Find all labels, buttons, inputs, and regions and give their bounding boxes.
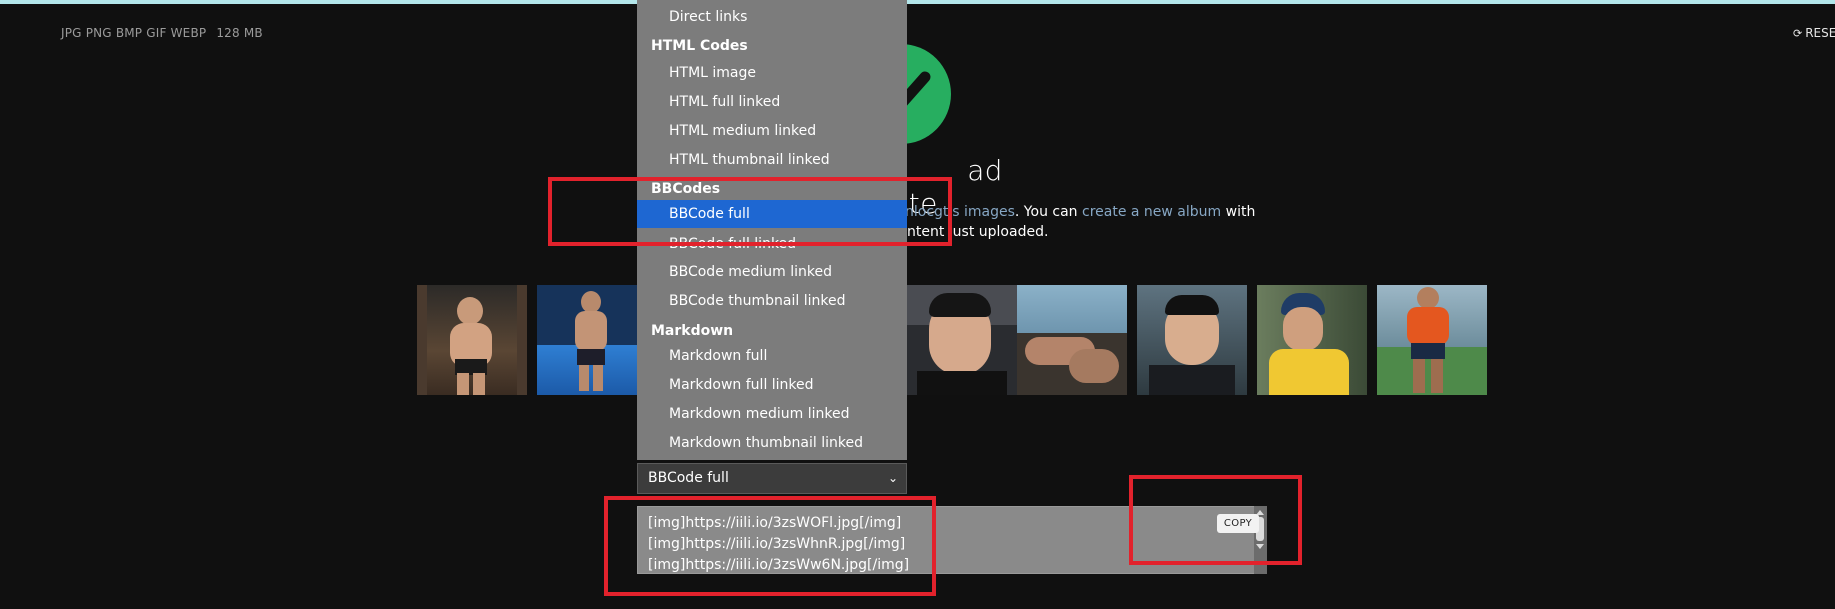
max-size-text: 128 MB (216, 26, 263, 40)
uploaded-image-thumbnail[interactable] (907, 285, 1017, 395)
info-text: . You can (1014, 204, 1082, 220)
option-direct-links[interactable]: Direct links (637, 3, 907, 31)
reset-label: RESE (1805, 26, 1835, 40)
option-markdown-medium-linked[interactable]: Markdown medium linked (637, 400, 907, 428)
top-accent-bar (0, 0, 1835, 4)
option-bbcode-medium-linked[interactable]: BBCode medium linked (637, 258, 907, 286)
info-text-suffix: with (1221, 204, 1256, 220)
group-html-codes: HTML Codes (651, 38, 748, 54)
option-html-full-linked[interactable]: HTML full linked (637, 88, 907, 116)
uploaded-image-thumbnail[interactable] (1257, 285, 1367, 395)
option-html-thumbnail-linked[interactable]: HTML thumbnail linked (637, 146, 907, 174)
option-html-medium-linked[interactable]: HTML medium linked (637, 117, 907, 145)
reset-button[interactable]: ⟳ RESE (1793, 26, 1835, 40)
option-markdown-full-linked[interactable]: Markdown full linked (637, 371, 907, 399)
chevron-down-icon: ⌄ (887, 471, 898, 485)
highlight-box-code-output (604, 496, 936, 596)
uploaded-image-thumbnail[interactable] (537, 285, 647, 395)
uploaded-image-thumbnail[interactable] (1377, 285, 1487, 395)
refresh-icon: ⟳ (1793, 27, 1803, 40)
uploaded-image-thumbnail[interactable] (1017, 285, 1127, 395)
create-album-link[interactable]: create a new album (1082, 204, 1221, 220)
formats-text: JPG PNG BMP GIF WEBP (61, 26, 207, 40)
option-bbcode-thumbnail-linked[interactable]: BBCode thumbnail linked (637, 287, 907, 315)
highlight-box-selected-option (548, 177, 952, 246)
upload-complete-page: JPG PNG BMP GIF WEBP 128 MB ⟳RESE ad com… (0, 0, 1835, 609)
group-markdown: Markdown (651, 323, 734, 339)
uploaded-image-thumbnail[interactable] (1137, 285, 1247, 395)
option-markdown-full[interactable]: Markdown full (637, 342, 907, 370)
highlight-box-copy-button (1129, 475, 1302, 565)
allowed-formats: JPG PNG BMP GIF WEBP 128 MB (61, 26, 263, 40)
option-html-image[interactable]: HTML image (637, 59, 907, 87)
uploaded-image-thumbnail[interactable] (417, 285, 527, 395)
select-value: BBCode full (648, 470, 729, 486)
option-markdown-thumbnail-linked[interactable]: Markdown thumbnail linked (637, 429, 907, 457)
embed-codes-select[interactable]: BBCode full ⌄ (637, 463, 907, 494)
